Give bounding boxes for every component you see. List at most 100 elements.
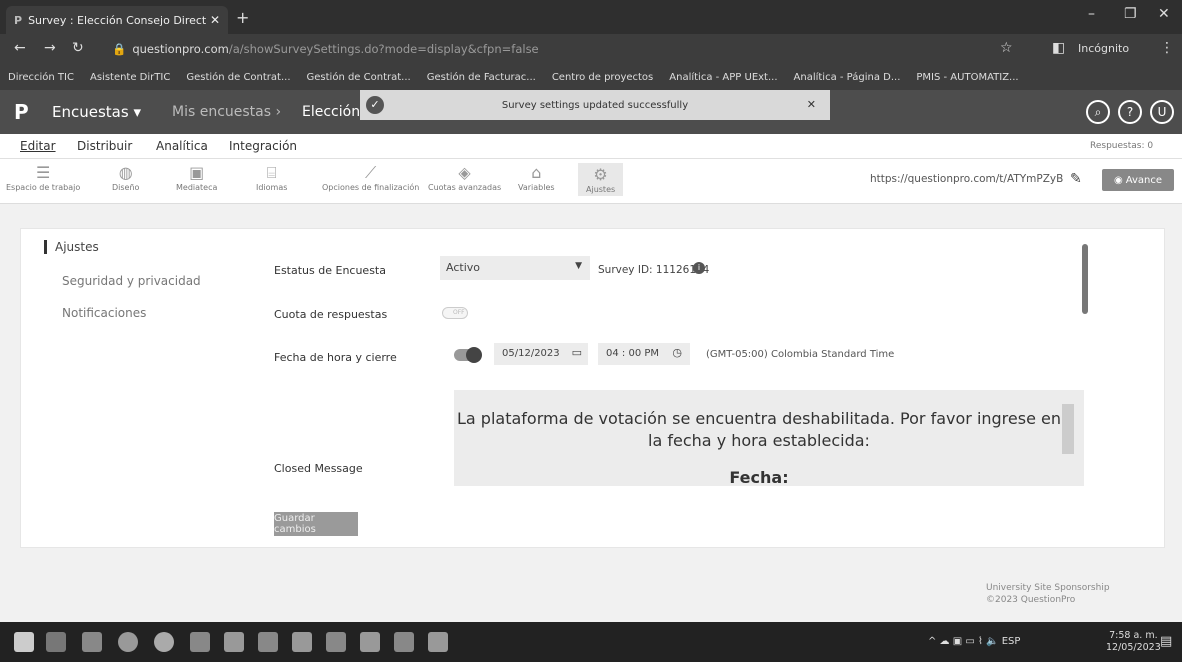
url-path: /a/showSurveySettings.do?mode=display&cf… — [228, 42, 539, 56]
info-icon[interactable]: i — [693, 262, 705, 274]
back-icon[interactable]: ← — [14, 40, 26, 56]
app-header: P Encuestas ▾ Mis encuestas › Elección ✓… — [0, 90, 1182, 134]
toolbar-media[interactable]: ▣ Mediateca — [176, 163, 217, 192]
language-icon: ⌸ — [266, 163, 277, 182]
close-date-toggle[interactable] — [454, 347, 482, 363]
minimize-icon[interactable]: – — [1088, 6, 1095, 22]
url-field[interactable]: 🔒 questionpro.com/a/showSurveySettings.d… — [100, 39, 960, 59]
calendar-icon[interactable]: ▭ — [572, 346, 582, 359]
incognito-label[interactable]: Incógnito — [1078, 42, 1129, 55]
status-select[interactable]: Activo ▼ — [440, 256, 590, 280]
toolbar-settings[interactable]: ⚙ Ajustes — [578, 163, 624, 196]
edge-icon[interactable] — [118, 632, 138, 652]
close-icon[interactable]: ✕ — [807, 98, 816, 111]
encuestas-menu[interactable]: Encuestas ▾ — [52, 103, 141, 121]
tab-distribuir[interactable]: Distribuir — [77, 139, 132, 153]
questionpro-logo-icon[interactable]: P — [14, 100, 29, 124]
bookmark-item[interactable]: Gestión de Facturac... — [427, 72, 536, 83]
breadcrumb-mis-encuestas[interactable]: Mis encuestas › — [172, 104, 281, 120]
list-icon: ☰ — [35, 163, 51, 182]
clock[interactable]: 7:58 a. m. 12/05/2023 — [1106, 630, 1161, 654]
save-button[interactable]: Guardar cambios — [274, 512, 358, 536]
app-icon[interactable] — [360, 632, 380, 652]
file-explorer-icon[interactable] — [82, 632, 102, 652]
excel-icon[interactable] — [394, 632, 414, 652]
footer-copyright: ©2023 QuestionPro — [986, 595, 1076, 605]
toolbar-design[interactable]: ◍ Diseño — [112, 163, 139, 192]
system-tray[interactable]: ^ ☁ ▣ ▭ ⌇ 🔈 ESP — [928, 636, 1020, 647]
close-date-field[interactable]: 05/12/2023 ▭ — [494, 343, 588, 365]
quota-icon: ◈ — [458, 163, 471, 182]
sidepanel-icon[interactable]: ◧ — [1052, 40, 1065, 56]
toolbar-variables[interactable]: ⌂ Variables — [518, 163, 555, 192]
closed-message-label: Closed Message — [274, 462, 363, 475]
toolbar-languages[interactable]: ⌸ Idiomas — [256, 163, 287, 192]
app-icon[interactable] — [258, 632, 278, 652]
user-avatar-icon[interactable]: U — [1150, 100, 1174, 124]
closed-message-editor[interactable]: La plataforma de votación se encuentra d… — [454, 390, 1084, 486]
bookmark-item[interactable]: Analítica - APP UExt... — [669, 72, 777, 83]
main-tabs: Editar Distribuir Analítica Integración … — [0, 134, 1182, 158]
responses-count: Respuestas: 0 — [1090, 141, 1154, 151]
editor-toolbar: ☰ Espacio de trabajo ◍ Diseño ▣ Mediateca ⌸… — [0, 158, 1182, 204]
app-icon[interactable] — [224, 632, 244, 652]
more-icon[interactable]: ⋮ — [1160, 40, 1174, 56]
close-window-icon[interactable]: ✕ — [1158, 6, 1170, 22]
breadcrumb-survey[interactable]: Elección — [302, 104, 360, 120]
survey-url[interactable]: https://questionpro.com/t/ATYmPZyB — [870, 173, 1063, 185]
quota-toggle[interactable]: OFF — [442, 307, 468, 319]
sidebar-item-seguridad[interactable]: Seguridad y privacidad — [22, 274, 222, 288]
bookmark-item[interactable]: Gestión de Contrat... — [186, 72, 290, 83]
restore-icon[interactable]: ❐ — [1124, 6, 1137, 22]
bookmark-item[interactable]: Dirección TIC — [8, 72, 74, 83]
palette-icon: ◍ — [118, 163, 133, 182]
close-tab-icon[interactable]: ✕ — [210, 13, 220, 27]
help-icon[interactable]: ? — [1118, 100, 1142, 124]
search-icon[interactable]: ⌕ — [1086, 100, 1110, 124]
task-view-icon[interactable] — [46, 632, 66, 652]
forward-icon[interactable]: → — [44, 40, 56, 56]
success-toast: ✓ Survey settings updated successfully ✕ — [360, 90, 830, 120]
sidebar-item-ajustes[interactable]: Ajustes — [44, 240, 244, 254]
close-time-field[interactable]: 04 : 00 PM ◷ — [598, 343, 690, 365]
bookmark-item[interactable]: Centro de proyectos — [552, 72, 653, 83]
tag-icon: ⌂ — [531, 163, 542, 182]
eye-icon: ◉ — [1113, 174, 1123, 186]
app-icon[interactable] — [428, 632, 448, 652]
edit-url-icon[interactable]: ✎ — [1070, 171, 1082, 187]
panel-scrollbar[interactable] — [1082, 244, 1088, 314]
questionpro-favicon-icon: P — [14, 13, 23, 27]
toolbar-quotas[interactable]: ◈ Cuotas avanzadas — [428, 163, 501, 192]
preview-button[interactable]: ◉ Avance — [1102, 169, 1174, 191]
star-icon[interactable]: ☆ — [1000, 40, 1013, 56]
reload-icon[interactable]: ↻ — [72, 40, 84, 56]
status-value: Activo — [446, 261, 480, 274]
sidebar-item-notificaciones[interactable]: Notificaciones — [22, 306, 222, 320]
tab-editar[interactable]: Editar — [20, 139, 56, 153]
app-icon[interactable] — [326, 632, 346, 652]
browser-tab-strip: P Survey : Elección Consejo Direct ✕ + –… — [0, 0, 1182, 34]
new-tab-icon[interactable]: + — [236, 8, 249, 27]
windows-start-icon[interactable] — [14, 632, 34, 652]
app-icon[interactable] — [292, 632, 312, 652]
clock-icon[interactable]: ◷ — [672, 346, 682, 359]
teams-icon[interactable] — [190, 632, 210, 652]
browser-tab[interactable]: P Survey : Elección Consejo Direct ✕ — [6, 6, 228, 34]
browser-tab-title: Survey : Elección Consejo Direct — [28, 13, 207, 27]
quota-label: Cuota de respuestas — [274, 308, 388, 321]
chrome-icon[interactable] — [154, 632, 174, 652]
notifications-icon[interactable]: ▤ — [1160, 634, 1172, 649]
closed-message-date-label: Fecha: — [729, 468, 789, 486]
bookmark-item[interactable]: PMIS - AUTOMATIZ... — [916, 72, 1018, 83]
tab-integracion[interactable]: Integración — [229, 139, 297, 153]
bookmark-item[interactable]: Analítica - Página D... — [794, 72, 901, 83]
timezone-label: (GMT-05:00) Colombia Standard Time — [706, 349, 895, 360]
editor-scrollbar[interactable] — [1062, 404, 1074, 454]
bookmark-item[interactable]: Gestión de Contrat... — [307, 72, 411, 83]
gear-icon: ⚙ — [593, 165, 608, 184]
toolbar-workspace[interactable]: ☰ Espacio de trabajo — [6, 163, 80, 192]
tab-analitica[interactable]: Analítica — [156, 139, 208, 153]
bookmark-item[interactable]: Asistente DirTIC — [90, 72, 170, 83]
close-date-label: Fecha de hora y cierre — [274, 351, 397, 364]
toolbar-finish-options[interactable]: ⟋ Opciones de finalización — [322, 163, 419, 192]
